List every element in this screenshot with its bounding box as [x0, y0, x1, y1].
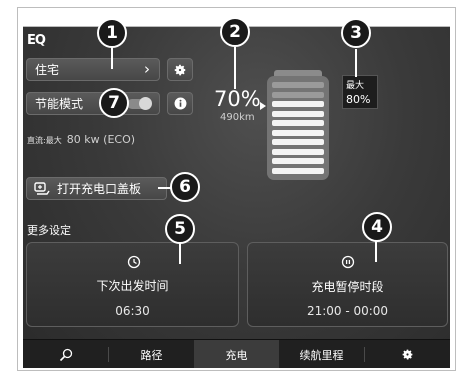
eco-mode-button[interactable]: 节能模式 — [26, 92, 160, 115]
departure-time-card[interactable]: 下次出发时间 06:30 — [26, 242, 239, 327]
nav-charge[interactable]: 充电 — [194, 340, 279, 368]
info-icon — [174, 97, 186, 110]
location-label: 住宅 — [35, 63, 60, 77]
pointer-triangle-icon — [260, 102, 266, 110]
gear-icon — [174, 64, 186, 75]
callout-leader-3 — [355, 49, 357, 77]
callout-3: 3 — [341, 18, 371, 48]
callout-2: 2 — [220, 17, 250, 47]
charging-screen: EQ 住宅 › 节能模式 直流:最大 80 kw (ECO) 70% 490km… — [23, 26, 450, 368]
charge-percent: 70% — [214, 87, 261, 111]
bottom-navigation: 路径 充电 续航里程 — [23, 339, 450, 368]
charging-pause-value: 21:00 - 00:00 — [306, 304, 389, 318]
range-km: 490km — [220, 112, 255, 123]
charging-pause-label: 充电暂停时段 — [311, 280, 384, 294]
dc-charging-info: 直流:最大 80 kw (ECO) — [27, 128, 135, 147]
battery-levels — [272, 82, 324, 174]
location-settings-button[interactable] — [167, 58, 193, 81]
callout-4: 4 — [362, 212, 392, 242]
battery-graphic — [267, 70, 329, 180]
callout-6: 6 — [170, 172, 200, 202]
callout-leader-2 — [234, 47, 236, 89]
more-settings-label: 更多设定 — [27, 224, 71, 237]
eco-mode-toggle[interactable] — [127, 97, 152, 110]
charging-pause-card[interactable]: 充电暂停时段 21:00 - 00:00 — [247, 242, 448, 327]
max-charge-box[interactable]: 最大 80% — [342, 75, 378, 109]
nav-charge-label: 充电 — [225, 348, 248, 362]
nav-route[interactable]: 路径 — [109, 340, 194, 368]
clock-icon — [127, 255, 141, 269]
nav-route-label: 路径 — [140, 348, 163, 362]
callout-1: 1 — [97, 18, 127, 48]
callout-5: 5 — [165, 214, 195, 244]
dc-value: 80 kw (ECO) — [66, 133, 136, 146]
callout-leader-4 — [375, 241, 377, 262]
nav-range[interactable]: 续航里程 — [279, 340, 364, 368]
departure-time-label: 下次出发时间 — [96, 279, 169, 293]
eq-logo: EQ — [27, 33, 46, 48]
gear-icon — [402, 349, 413, 360]
nav-search[interactable] — [23, 340, 108, 368]
toggle-knob — [139, 97, 152, 110]
dc-prefix: 直流:最大 — [27, 136, 62, 145]
chevron-right-icon: › — [144, 60, 150, 78]
eco-mode-label: 节能模式 — [35, 97, 84, 111]
open-charge-flap-button[interactable]: 打开充电口盖板 — [26, 177, 167, 200]
callout-leader-1 — [111, 47, 113, 69]
callout-7: 7 — [99, 88, 129, 118]
max-charge-value: 80% — [346, 93, 371, 106]
open-charge-flap-label: 打开充电口盖板 — [57, 182, 142, 196]
charge-flap-icon — [34, 182, 50, 195]
departure-time-value: 06:30 — [115, 304, 150, 318]
callout-leader-5 — [179, 241, 181, 264]
nav-settings[interactable] — [365, 340, 450, 368]
pause-clock-icon — [341, 255, 355, 269]
location-button[interactable]: 住宅 › — [26, 58, 160, 81]
info-button[interactable] — [167, 92, 193, 115]
nav-range-label: 续航里程 — [299, 348, 344, 362]
max-charge-label: 最大 — [346, 81, 365, 91]
search-icon — [59, 348, 72, 361]
